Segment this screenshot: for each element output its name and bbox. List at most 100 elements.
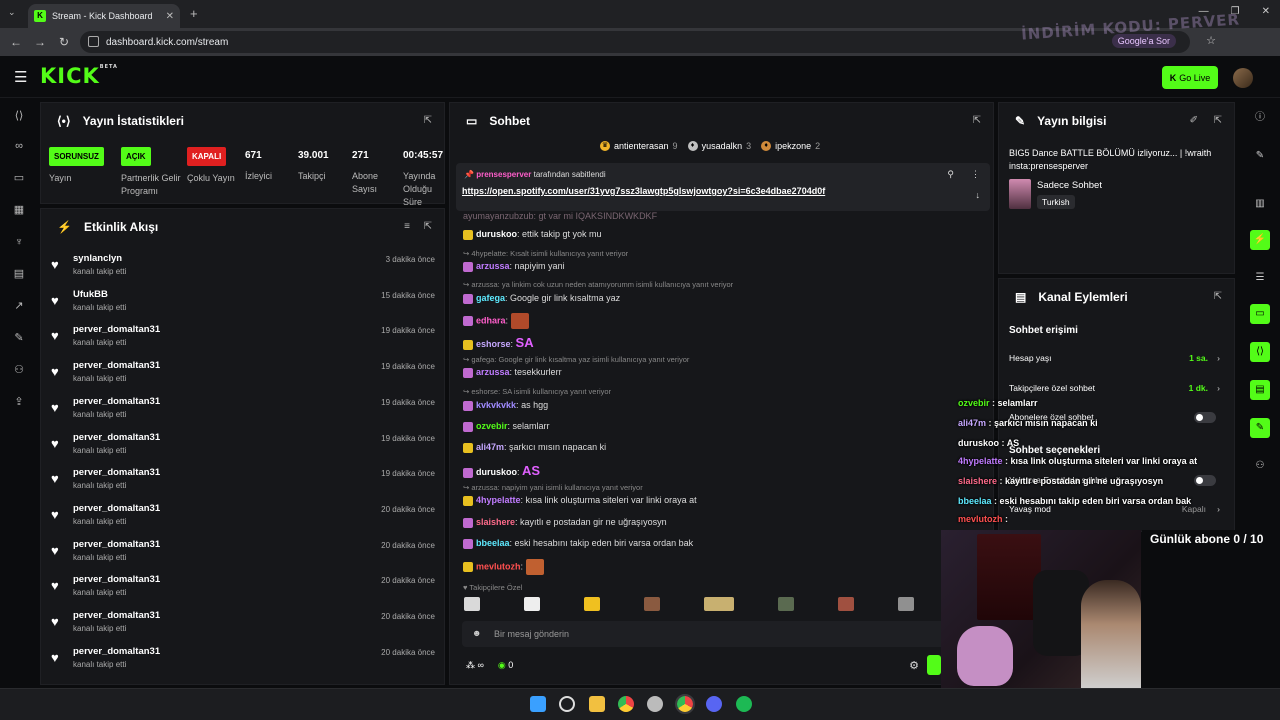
popout-icon[interactable]: ⇱ <box>1214 291 1222 302</box>
setting-account-age[interactable]: Hesap yaşı 1 sa. › <box>1009 353 1220 363</box>
tool-icon[interactable]: ✎ <box>1250 418 1270 438</box>
stream-icon[interactable]: ⟨⟩ <box>1250 342 1270 362</box>
chat-input[interactable]: ☻ Bir mesaj gönderin <box>462 621 947 647</box>
unpin-icon[interactable]: ⚲ <box>947 169 954 180</box>
event-user[interactable]: UfukBB <box>73 289 108 300</box>
event-user[interactable]: perver_domaltan31 <box>73 324 160 335</box>
folder-icon[interactable] <box>589 696 605 712</box>
pen-icon[interactable]: ✎ <box>1252 148 1268 164</box>
chat-icon[interactable]: ▭ <box>1250 304 1270 324</box>
emote-icon[interactable] <box>584 597 600 611</box>
chat-username[interactable]: mevlutozh <box>476 561 521 571</box>
link-icon[interactable]: ∞ <box>11 138 27 154</box>
emote-icon[interactable] <box>838 597 854 611</box>
event-user[interactable]: perver_domaltan31 <box>73 396 160 407</box>
emote-icon[interactable] <box>464 597 480 611</box>
close-tab-icon[interactable]: ✕ <box>166 11 174 22</box>
category-name[interactable]: Sadece Sohbet <box>1037 180 1102 191</box>
browser-tab[interactable]: K Stream - Kick Dashboard ✕ <box>28 4 180 28</box>
points-icon[interactable]: ⁂ ∞ <box>466 660 484 671</box>
emote-icon[interactable] <box>524 597 540 611</box>
chat-username[interactable]: edhara <box>476 315 506 325</box>
leader-item[interactable]: ♦ ipekzone 2 <box>761 141 820 151</box>
chat-username[interactable]: duruskoo <box>476 229 517 239</box>
event-user[interactable]: perver_domaltan31 <box>73 432 160 443</box>
chat-username[interactable]: slaishere <box>476 517 515 527</box>
avatar[interactable] <box>1233 68 1253 88</box>
chat-username[interactable]: ozvebir <box>476 421 508 431</box>
event-user[interactable]: perver_domaltan31 <box>73 539 160 550</box>
event-user[interactable]: perver_domaltan31 <box>73 610 160 621</box>
tab-search-icon[interactable]: ⌄ <box>8 7 16 18</box>
send-button[interactable] <box>927 655 941 675</box>
browser-icon[interactable]: ▭ <box>11 170 27 186</box>
chat-username[interactable]: arzussa <box>476 367 510 377</box>
event-user[interactable]: perver_domaltan31 <box>73 360 160 371</box>
back-icon[interactable]: ← <box>4 35 28 49</box>
event-user[interactable]: synlanclyn <box>73 253 122 264</box>
chat-username[interactable]: kvkvkvkk <box>476 400 516 410</box>
chrome-active-icon[interactable] <box>675 694 695 714</box>
leader-item[interactable]: ♦ yusadalkn 3 <box>687 141 751 151</box>
grid-icon[interactable]: ▤ <box>1250 380 1270 400</box>
search-icon[interactable] <box>559 696 575 712</box>
layout-icon[interactable]: ▥ <box>1252 196 1268 212</box>
setting-followers-only[interactable]: Takipçilere özel sohbet 1 dk. › <box>1009 383 1220 393</box>
edit-icon[interactable]: ✐ <box>1190 115 1198 126</box>
wrench-icon[interactable]: ✎ <box>11 330 27 346</box>
emoji-icon[interactable]: ☻ <box>472 628 481 638</box>
discord-icon[interactable] <box>706 696 722 712</box>
site-info-icon[interactable] <box>88 36 99 47</box>
bookmark-star-icon[interactable]: ☆ <box>1206 34 1216 47</box>
reload-icon[interactable]: ↻ <box>52 35 76 49</box>
kick-points[interactable]: ◉ 0 <box>498 660 513 671</box>
filter-icon[interactable]: ≡ <box>404 221 410 232</box>
chat-username[interactable]: duruskoo <box>476 467 517 477</box>
chat-username[interactable]: gafega <box>476 293 505 303</box>
close-window-icon[interactable]: ✕ <box>1262 6 1270 17</box>
info-icon[interactable]: ⓘ <box>1252 110 1268 126</box>
upload-icon[interactable]: ⇪ <box>11 394 27 410</box>
event-user[interactable]: perver_domaltan31 <box>73 574 160 585</box>
event-action: kanalı takip etti <box>73 338 127 348</box>
settings-gear-icon[interactable]: ⚙ <box>909 659 919 672</box>
emote-icon[interactable] <box>778 597 794 611</box>
event-user[interactable]: perver_domaltan31 <box>73 467 160 478</box>
popout-icon[interactable]: ⇱ <box>973 115 981 126</box>
chat-username[interactable]: arzussa <box>476 261 510 271</box>
chat-username[interactable]: 4hypelatte <box>476 495 521 505</box>
spotify-icon[interactable] <box>736 696 752 712</box>
chat-username[interactable]: bbeelaa <box>476 538 510 548</box>
go-live-button[interactable]: K Go Live <box>1162 66 1218 89</box>
popout-icon[interactable]: ⇱ <box>424 221 432 232</box>
chat-username[interactable]: ali47m <box>476 442 504 452</box>
new-tab-icon[interactable]: + <box>190 6 198 21</box>
forward-icon[interactable]: → <box>28 35 52 49</box>
analytics-icon[interactable]: ↗ <box>11 298 27 314</box>
event-user[interactable]: perver_domaltan31 <box>73 646 160 657</box>
popout-icon[interactable]: ⇱ <box>424 115 432 126</box>
kick-logo[interactable]: KICKBETA <box>40 64 118 88</box>
emote-icon[interactable] <box>704 597 734 611</box>
leader-item[interactable]: ♛ antienterasan 9 <box>600 141 678 151</box>
expand-icon[interactable]: ↓ <box>976 190 981 200</box>
trophy-icon[interactable]: ♆ <box>11 234 27 250</box>
event-user[interactable]: perver_domaltan31 <box>73 503 160 514</box>
emote-icon[interactable] <box>644 597 660 611</box>
app-icon[interactable] <box>647 696 663 712</box>
chart-icon[interactable]: ▦ <box>11 202 27 218</box>
chat-username[interactable]: eshorse <box>476 339 511 349</box>
users-icon[interactable]: ⚇ <box>1252 458 1268 474</box>
stream-icon[interactable]: ⟨⟩ <box>11 108 27 124</box>
more-icon[interactable]: ⋮ <box>971 169 980 180</box>
menu-icon[interactable]: ☰ <box>14 68 27 86</box>
bolt-icon[interactable]: ⚡ <box>1250 230 1270 250</box>
users-icon[interactable]: ⚇ <box>11 362 27 378</box>
chrome-icon[interactable] <box>618 696 634 712</box>
popout-icon[interactable]: ⇱ <box>1214 115 1222 126</box>
list-icon[interactable]: ☰ <box>1252 270 1268 286</box>
emote-icon[interactable] <box>898 597 914 611</box>
start-icon[interactable] <box>530 696 546 712</box>
media-icon[interactable]: ▤ <box>11 266 27 282</box>
pinned-link[interactable]: https://open.spotify.com/user/31yvg7ssz3… <box>462 186 825 196</box>
